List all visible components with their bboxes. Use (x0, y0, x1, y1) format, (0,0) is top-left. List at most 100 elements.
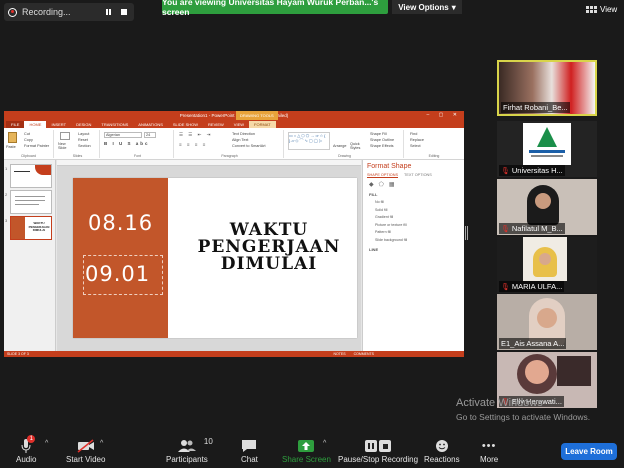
section-button[interactable]: Section (78, 144, 91, 148)
slide-thumb-3[interactable]: WAKTU PENGERJAAN DIMULAI (10, 216, 52, 240)
participant-tile[interactable]: 🎙 MARIA ULFA... (497, 237, 597, 293)
view-options-button[interactable]: View Options ▾ (392, 0, 462, 14)
slide-thumbnails: 1 2 3 WAKTU PENGERJAAN DIMULAI (4, 160, 56, 351)
participant-tile[interactable]: E1_Ais Assana A... (497, 294, 597, 350)
format-painter-button[interactable]: Format Painter (24, 144, 49, 148)
ppt-tab-transitions[interactable]: TRANSITIONS (96, 121, 133, 128)
participant-tile[interactable]: Firhat Robani_Be... (497, 60, 597, 116)
participant-tile[interactable]: 🎙 Universitas H... (497, 121, 597, 177)
time-start-text[interactable]: 08.16 (88, 211, 153, 235)
participant-name-bar: 🎙 Universitas H... (499, 165, 565, 176)
recording-label: Recording... (22, 7, 71, 17)
participant-tile[interactable]: 🎙 Nafilatul M_B... (497, 179, 597, 235)
ppt-tab-design[interactable]: DESIGN (71, 121, 96, 128)
shape-fill-button[interactable]: Shape Fill (370, 132, 387, 136)
fill-section[interactable]: FILL (363, 191, 464, 199)
current-slide[interactable]: 08.16 09.01 WAKTU PENGERJAAN DIMULAI (73, 178, 357, 338)
thumb-number: 2 (5, 192, 8, 197)
audio-options-chevron-icon[interactable]: ^ (45, 440, 48, 447)
align-icons[interactable]: ≡ ≡ ≡ ≡ (179, 142, 207, 147)
slide-count: SLIDE 3 OF 3 (7, 352, 29, 356)
ppt-tab-view[interactable]: VIEW (229, 121, 249, 128)
comments-button[interactable]: COMMENTS (354, 352, 374, 356)
participant-name-bar: 🎙 Nafilatul M_B... (499, 223, 565, 234)
paste-button[interactable]: Paste (6, 145, 16, 149)
time-end-text[interactable]: 09.01 (85, 262, 150, 286)
university-logo (523, 123, 571, 165)
fill-option[interactable]: Pattern fill (363, 229, 464, 237)
chevron-down-icon: ▾ (451, 2, 456, 12)
thumb-number: 1 (5, 166, 8, 171)
slide-editor[interactable]: 08.16 09.01 WAKTU PENGERJAAN DIMULAI (57, 160, 361, 351)
fill-option[interactable]: Picture or texture fill (363, 222, 464, 230)
participant-name: MARIA ULFA... (511, 282, 563, 291)
recording-dot-icon (8, 7, 17, 17)
shared-screen[interactable]: Presentation1 - PowerPoint (Product Acti… (4, 111, 464, 357)
font-format-icons[interactable]: B I U S abc (104, 141, 150, 146)
thumb-3-text: WAKTU PENGERJAAN DIMULAI (28, 221, 50, 232)
ppt-tab-file[interactable]: FILE (6, 121, 25, 128)
more-button[interactable]: ••• More (480, 437, 498, 464)
leave-room-button[interactable]: Leave Room (561, 443, 617, 460)
reactions-icon (435, 437, 449, 455)
stop-icon[interactable] (121, 9, 127, 15)
drawing-label: Drawing (338, 154, 351, 158)
tab-shape-options[interactable]: SHAPE OPTIONS (367, 173, 399, 178)
new-slide-button[interactable]: New Slide (58, 142, 74, 150)
reactions-button[interactable]: Reactions (424, 437, 460, 464)
shape-outline-button[interactable]: Shape Outline (370, 138, 394, 142)
chat-button[interactable]: Chat (241, 437, 258, 464)
notes-button[interactable]: NOTES (334, 352, 346, 356)
fill-option[interactable]: Gradient fill (363, 214, 464, 222)
view-button[interactable]: View (586, 5, 617, 14)
copy-button[interactable]: Copy (24, 138, 33, 142)
viewing-banner: You are viewing Universitas Hayam Wuruk … (162, 0, 388, 17)
ppt-tab-home[interactable]: HOME (24, 121, 47, 128)
font-name-select[interactable]: Algerian (104, 132, 142, 138)
format-pane-icons[interactable]: ◆⬠▦ (363, 178, 464, 191)
ppt-tab-slideshow[interactable]: SLIDE SHOW (168, 121, 203, 128)
slide-title[interactable]: WAKTU PENGERJAAN DIMULAI (197, 222, 341, 273)
reset-button[interactable]: Reset (78, 138, 88, 142)
audio-button[interactable]: 1 Audio (16, 435, 36, 464)
share-options-chevron-icon[interactable]: ^ (323, 440, 326, 447)
slide-thumb-1[interactable] (10, 164, 52, 188)
shapes-gallery[interactable]: ▭○△⬡⬠→⇒☆{ }▱◇⌒∿▢◯▷ (288, 132, 330, 150)
find-button[interactable]: Find (410, 132, 417, 136)
tab-text-options[interactable]: TEXT OPTIONS (404, 173, 432, 178)
arrange-button[interactable]: Arrange (333, 144, 347, 148)
slide-thumb-2[interactable] (10, 190, 52, 214)
editing-group: Find Replace Select Editing (406, 130, 462, 158)
participants-button[interactable]: 10 Participants (166, 437, 213, 464)
paste-icon[interactable] (8, 132, 17, 143)
smartart-button[interactable]: Convert to SmartArt (232, 144, 266, 148)
ppt-tab-format[interactable]: FORMAT (249, 121, 276, 128)
fill-option[interactable]: Slide background fill (363, 237, 464, 245)
ppt-tab-insert[interactable]: INSERT (46, 121, 71, 128)
splitter-handle[interactable] (465, 226, 469, 240)
video-off-icon (77, 437, 95, 455)
ppt-tab-review[interactable]: REVIEW (203, 121, 229, 128)
mic-muted-icon: 🎙 (501, 167, 510, 175)
ppt-tab-animations[interactable]: ANIMATIONS (133, 121, 168, 128)
video-options-chevron-icon[interactable]: ^ (100, 440, 103, 447)
bullets-icon[interactable]: ☰ ☰ ⇤ ⇥ (179, 132, 212, 138)
pause-icon[interactable] (105, 9, 111, 15)
fill-option[interactable]: Solid fill (363, 207, 464, 215)
align-text-button[interactable]: Align Text (232, 138, 248, 142)
slide-title-line: DIMULAI (220, 254, 318, 274)
font-group: Algerian 24 B I U S abc Font (102, 130, 174, 158)
replace-button[interactable]: Replace (410, 138, 424, 142)
fill-option[interactable]: No fill (363, 199, 464, 207)
cut-button[interactable]: Cut (24, 132, 30, 136)
font-size-select[interactable]: 24 (144, 132, 156, 138)
recording-indicator: Recording... (4, 3, 134, 21)
quick-styles-button[interactable]: Quick Styles (350, 142, 364, 150)
shape-effects-button[interactable]: Shape Effects (370, 144, 394, 148)
text-direction-button[interactable]: Text Direction (232, 132, 255, 136)
pause-stop-recording-button[interactable]: Pause/Stop Recording (338, 437, 418, 464)
line-section[interactable]: LINE (363, 246, 464, 254)
layout-button[interactable]: Layout (78, 132, 89, 136)
select-button[interactable]: Select (410, 144, 421, 148)
new-slide-icon[interactable] (60, 132, 70, 140)
